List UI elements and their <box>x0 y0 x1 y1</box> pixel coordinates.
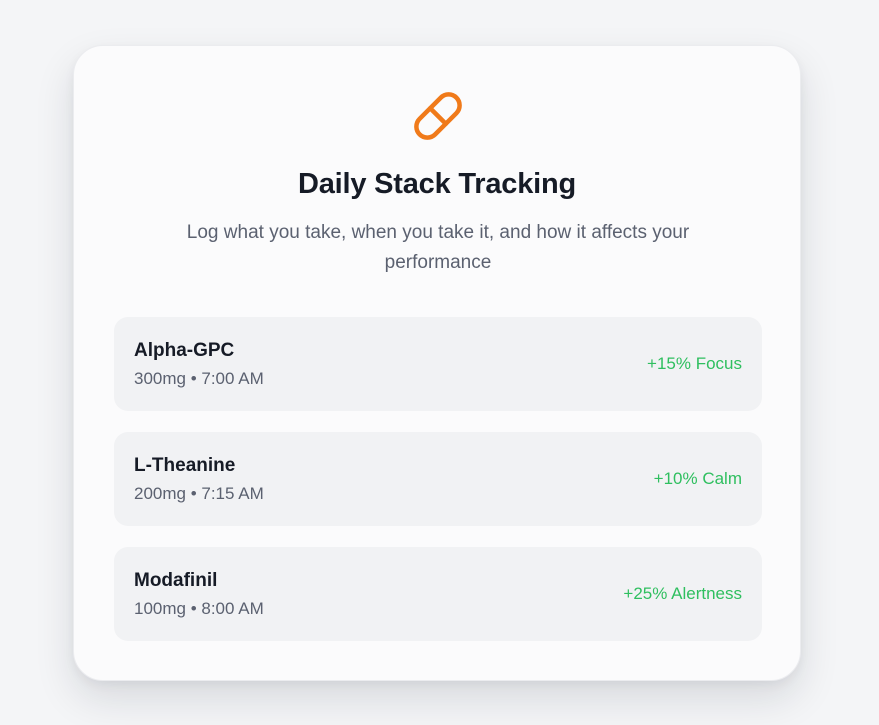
supplement-dose-time: 200mg • 7:15 AM <box>134 484 264 503</box>
page-subtitle: Log what you take, when you take it, and… <box>186 222 690 273</box>
supplement-name: Alpha-GPC <box>134 340 235 361</box>
supplement-dose-time: 100mg • 8:00 AM <box>134 599 264 618</box>
supplement-effect: +25% Alertness <box>623 584 742 603</box>
supplement-effect: +15% Focus <box>647 354 742 373</box>
supplement-effect: +10% Calm <box>653 469 742 488</box>
pill-icon <box>414 92 462 140</box>
stack-tracking-card: Daily Stack Tracking Log what you take, … <box>73 45 801 681</box>
supplement-entry-modafinil[interactable]: Modafinil 100mg • 8:00 AM +25% Alertness <box>114 547 762 641</box>
supplement-name: Modafinil <box>134 570 218 591</box>
supplement-name: L-Theanine <box>134 455 236 476</box>
supplement-entry-alpha-gpc[interactable]: Alpha-GPC 300mg • 7:00 AM +15% Focus <box>114 317 762 411</box>
supplement-entry-l-theanine[interactable]: L-Theanine 200mg • 7:15 AM +10% Calm <box>114 432 762 526</box>
page-title: Daily Stack Tracking <box>297 168 577 200</box>
supplement-dose-time: 300mg • 7:00 AM <box>134 369 264 388</box>
